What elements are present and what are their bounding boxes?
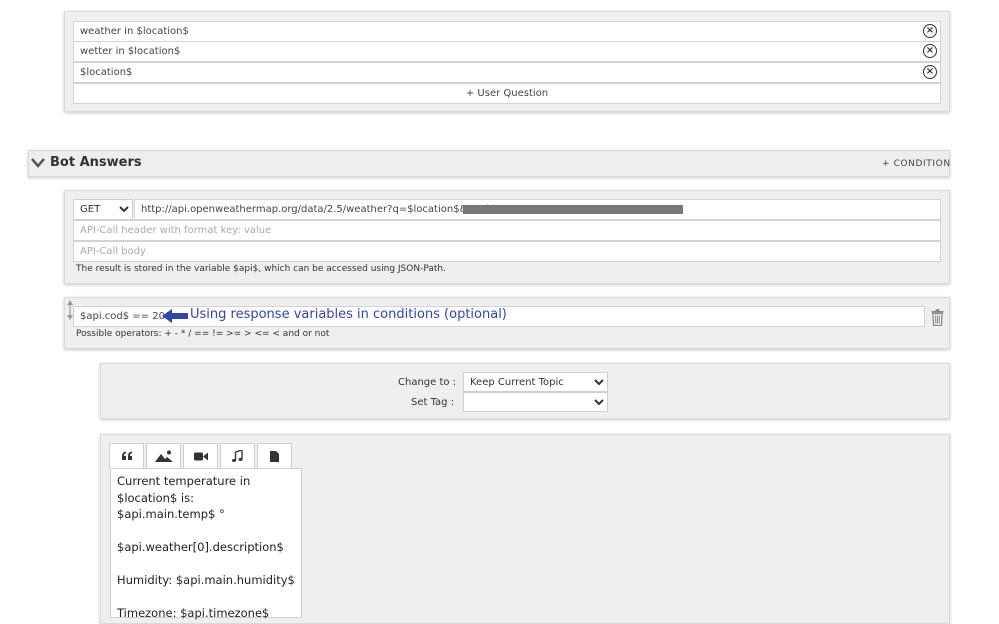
tab-audio[interactable]: [220, 443, 255, 468]
api-header-input[interactable]: API-Call header with format key: value: [73, 220, 941, 241]
api-body-placeholder: API-Call body: [80, 246, 146, 257]
message-type-tabs: [109, 443, 293, 468]
condition-text: $api.cod$ == 200: [80, 311, 171, 322]
change-to-select[interactable]: Keep Current Topic: [463, 372, 608, 392]
clear-icon[interactable]: ×: [923, 24, 937, 38]
redaction-bar: [463, 205, 683, 214]
api-header-placeholder: API-Call header with format key: value: [80, 225, 271, 236]
message-text-box[interactable]: Current temperature in $location$ is: $a…: [110, 468, 302, 618]
api-body-input[interactable]: API-Call body: [73, 241, 941, 262]
section-title: Bot Answers: [50, 155, 142, 170]
set-tag-label: Set Tag :: [411, 397, 454, 408]
tab-video[interactable]: [183, 443, 218, 468]
add-user-question-label: + User Question: [466, 88, 548, 99]
operators-note: Possible operators: + - * / == != >= > <…: [76, 329, 329, 339]
user-question-row[interactable]: wetter in $location$ ×: [73, 41, 941, 62]
condition-annotation: Using response variables in conditions (…: [190, 307, 507, 322]
file-icon: [270, 451, 279, 462]
user-question-row[interactable]: $location$ ×: [73, 62, 941, 83]
add-user-question-button[interactable]: + User Question: [73, 83, 941, 104]
image-icon: [155, 450, 173, 462]
tab-image[interactable]: [146, 443, 181, 468]
user-question-row[interactable]: weather in $location$ ×: [73, 21, 941, 42]
trash-icon[interactable]: [931, 309, 944, 326]
user-question-text: weather in $location$: [80, 26, 189, 37]
change-to-label: Change to :: [398, 377, 456, 388]
tab-text[interactable]: [109, 443, 144, 468]
bot-answers-header[interactable]: [28, 150, 950, 177]
http-method-select[interactable]: GET: [73, 199, 133, 220]
set-tag-select[interactable]: [463, 392, 608, 412]
chevron-down-icon[interactable]: [30, 156, 46, 170]
tab-file[interactable]: [257, 443, 292, 468]
quote-icon: [121, 451, 133, 461]
user-question-text: $location$: [80, 67, 132, 78]
arrow-left-icon: [162, 309, 188, 323]
api-result-note: The result is stored in the variable $ap…: [76, 264, 446, 274]
video-camera-icon: [194, 452, 208, 461]
add-condition-button[interactable]: + CONDITION: [882, 159, 951, 169]
music-note-icon: [232, 450, 243, 462]
user-question-text: wetter in $location$: [80, 46, 180, 57]
clear-icon[interactable]: ×: [923, 44, 937, 58]
clear-icon[interactable]: ×: [923, 65, 937, 79]
